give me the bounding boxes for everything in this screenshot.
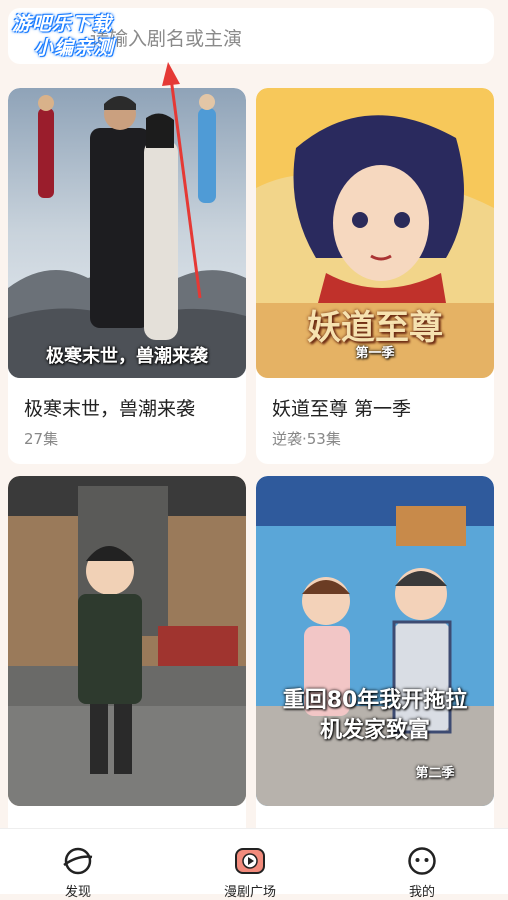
card-meta: 27集 [24, 430, 59, 448]
poster-image: 妖道至尊 第一季 [256, 88, 494, 378]
tv-play-icon [235, 848, 265, 874]
poster-image: 重回80年我开拖拉机发家致富 第二季 [256, 476, 494, 806]
poster-caption: 重回80年我开拖拉机发家致富 [282, 688, 468, 743]
planet-icon [63, 847, 93, 875]
card-title: 极寒末世，兽潮来袭 [24, 398, 196, 420]
poster-image [8, 476, 246, 806]
poster-subcaption: 第二季 [415, 766, 455, 781]
poster-subcaption: 第一季 [355, 346, 395, 361]
tab-label: 漫剧广场 [223, 885, 276, 900]
watermark-line1: 游吧乐下载 [12, 13, 113, 35]
watermark-line2: 小编亲测 [34, 37, 115, 59]
tab-drama-square[interactable]: 漫剧广场 [190, 829, 310, 900]
tab-discover[interactable]: 发现 [18, 829, 138, 900]
watermark: 游吧乐下载 小编亲测 [12, 12, 132, 60]
bottom-tab-bar: 发现 漫剧广场 我的 [0, 828, 508, 900]
drama-card[interactable]: 妖道至尊 第一季 妖道至尊 第一季 逆袭·53集 [256, 88, 494, 464]
drama-card[interactable]: 重回80年我开拖拉机发家致富 第二季 [256, 476, 494, 852]
card-meta: 逆袭·53集 [272, 430, 341, 448]
drama-card[interactable]: 极寒末世，兽潮来袭 极寒末世，兽潮来袭 27集 [8, 88, 246, 464]
poster-image: 极寒末世，兽潮来袭 [8, 88, 246, 378]
poster-caption: 极寒末世，兽潮来袭 [46, 346, 208, 367]
tab-label: 我的 [408, 885, 435, 900]
face-icon [408, 847, 436, 875]
tab-mine[interactable]: 我的 [362, 829, 482, 900]
tab-label: 发现 [64, 885, 91, 900]
drama-card[interactable] [8, 476, 246, 852]
card-title: 妖道至尊 第一季 [272, 398, 412, 420]
